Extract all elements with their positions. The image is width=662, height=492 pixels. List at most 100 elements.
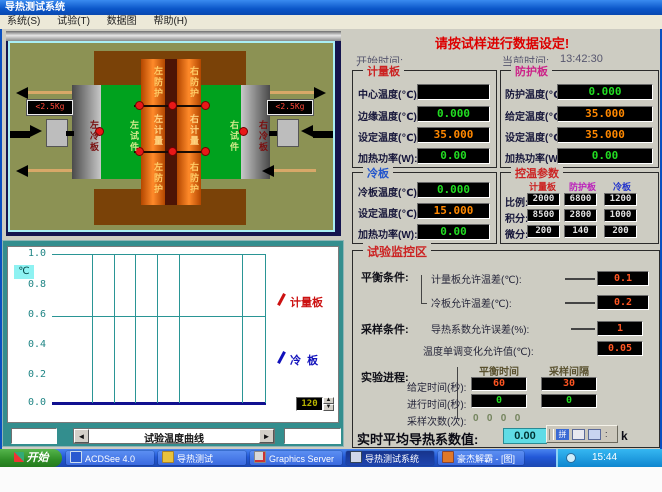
specimen-right-label: 右试件 [201, 99, 241, 173]
pid-p-metering[interactable]: 2000 [527, 193, 560, 206]
menu-item-test[interactable]: 试验(T) [50, 15, 97, 29]
aux-field-left[interactable] [11, 428, 57, 444]
set-temp-field[interactable]: 35.000 [417, 127, 490, 143]
balance-cold-field[interactable]: 0.2 [597, 295, 649, 310]
flow-pipe [269, 131, 277, 136]
tray-volume-icon[interactable] [566, 453, 576, 463]
gridline-v [114, 254, 115, 403]
aux-field-right[interactable] [284, 428, 341, 444]
task-item-thermal-app[interactable]: 导热测试系统 [346, 451, 434, 465]
flow-arrow-icon [16, 87, 28, 99]
pid-d-guard[interactable]: 140 [564, 225, 597, 238]
group-guard-title: 防护板 [511, 63, 552, 79]
pid-i-cold[interactable]: 1000 [604, 209, 637, 222]
given-sample-interval-field[interactable]: 30 [541, 377, 597, 391]
guard-bottom-right-label: 右防护 [177, 157, 201, 199]
gridline-v [265, 254, 266, 403]
y-tick: 0.6 [22, 309, 46, 320]
given-temp-field[interactable]: 35.000 [557, 106, 653, 122]
task-item-folder[interactable]: 导热测试 [158, 451, 246, 465]
pid-d-cold[interactable]: 200 [604, 225, 637, 238]
ime-bar[interactable]: 拼 : [546, 425, 618, 443]
guard-top-right-label: 右防护 [177, 61, 201, 103]
pid-col-cold: 冷板 [613, 180, 631, 193]
graphics-server-icon [254, 451, 266, 463]
flow-pipe [274, 169, 316, 172]
pid-row-label: 微分: [505, 226, 528, 241]
group-monitor-title: 试验监控区 [363, 243, 431, 260]
group-pid-title: 控温参数 [511, 165, 563, 181]
unit-badge: ℃ [14, 265, 34, 279]
spinner-down-button[interactable]: ▼ [323, 404, 334, 411]
pump-box-left [46, 119, 68, 147]
balance-metering-field[interactable]: 0.1 [597, 271, 649, 286]
legend-cold-mark [277, 351, 286, 364]
sample-mono-field[interactable]: 0.05 [597, 341, 643, 356]
start-button[interactable]: 开始 [0, 449, 62, 467]
pressure-gauge-left-value: <2.5Kg [28, 101, 72, 114]
gridline-h [52, 316, 266, 317]
baseline [52, 402, 266, 405]
group-metering-title: 计量板 [363, 63, 404, 79]
task-item-graphics-server[interactable]: Graphics Server [250, 451, 342, 465]
scroll-left-button[interactable]: ◄ [74, 429, 89, 443]
progress-label: 实验进程: [361, 369, 409, 385]
heat-power-field: 0.00 [417, 224, 490, 240]
thermocouple-dot [168, 101, 177, 110]
pid-col-guard: 防护板 [569, 180, 596, 193]
menu-item-dataplot[interactable]: 数据图 [100, 15, 144, 29]
connector [565, 278, 595, 280]
curve-scrollbar[interactable]: ◄ 试验温度曲线 ► [73, 428, 275, 444]
given-balance-time-field[interactable]: 60 [471, 377, 527, 391]
task-item-player[interactable]: 豪杰解霸 - [图] [438, 451, 524, 465]
field-label: 设定温度(℃): [358, 205, 420, 220]
connector [565, 302, 595, 304]
thermocouple-dot [168, 147, 177, 156]
cold-temp-field: 0.000 [417, 182, 490, 198]
time-window-value[interactable]: 120 [296, 397, 323, 411]
acdsee-icon [70, 451, 82, 463]
chart-panel: ℃ 1.0 0.8 0.6 0.4 0.2 0.0 计量板 冷 板 120 [2, 240, 344, 447]
pressure-gauge-right: <2.5Kg [266, 99, 314, 116]
set-temp-field[interactable]: 35.000 [557, 127, 653, 143]
diagram-frame: 左冷板 左试件 左防护 左计量 左防护 右防护 右计量 右防护 右试件 右冷板 … [8, 41, 335, 232]
pid-p-guard[interactable]: 6800 [564, 193, 597, 206]
progress-col: 采样间隔 [549, 363, 589, 378]
ime-menu-icon[interactable]: : [605, 428, 613, 441]
cond-label: 温度单调变化允许值(℃): [423, 343, 534, 358]
result-unit: k [621, 429, 628, 443]
set-temp-field[interactable]: 15.000 [417, 203, 490, 219]
apparatus-diagram-panel: 左冷板 左试件 左防护 左计量 左防护 右防护 右计量 右防护 右试件 右冷板 … [6, 31, 341, 236]
elapsed-balance-time-field: 0 [471, 394, 527, 408]
gridline-v [179, 254, 180, 403]
spinner-up-button[interactable]: ▲ [323, 397, 334, 404]
pid-i-guard[interactable]: 2800 [564, 209, 597, 222]
legend-cold-label: 冷 板 [290, 352, 318, 368]
player-icon [442, 451, 454, 463]
menu-item-help[interactable]: 帮助(H) [146, 15, 194, 29]
heat-power-field: 0.00 [557, 148, 653, 164]
connector [571, 328, 595, 330]
menu-bar: 系统(S) 试验(T) 数据图 帮助(H) [0, 15, 662, 30]
field-label: 加热功率(W): [505, 150, 564, 165]
guard-top-left-label: 左防护 [141, 61, 165, 103]
task-item-label: 豪杰解霸 - [图] [457, 454, 515, 464]
y-tick: 0.0 [22, 397, 46, 408]
scroll-right-button[interactable]: ► [259, 429, 274, 443]
ime-input-mode-icon[interactable]: 拼 [556, 429, 569, 440]
menu-item-system[interactable]: 系统(S) [0, 15, 47, 29]
ime-grip[interactable] [549, 429, 554, 440]
pid-p-cold[interactable]: 1200 [604, 193, 637, 206]
sample-error-field[interactable]: 1 [597, 321, 643, 336]
group-cold-plate: 冷板 冷板温度(℃): 0.000 设定温度(℃): 15.000 加热功率(W… [352, 172, 497, 244]
tray-clock[interactable]: 15:44 [592, 449, 658, 467]
flow-arrow-icon [314, 87, 326, 99]
gridline-h [52, 254, 266, 255]
flow-pipe [270, 91, 314, 94]
title-bar[interactable]: 导热测试系统 [0, 0, 662, 15]
task-item-acdsee[interactable]: ACDSee 4.0 [66, 451, 154, 465]
pid-i-metering[interactable]: 8500 [527, 209, 560, 222]
ime-keyboard-icon[interactable] [572, 429, 585, 440]
pid-d-metering[interactable]: 200 [527, 225, 560, 238]
ime-settings-icon[interactable] [588, 429, 601, 440]
